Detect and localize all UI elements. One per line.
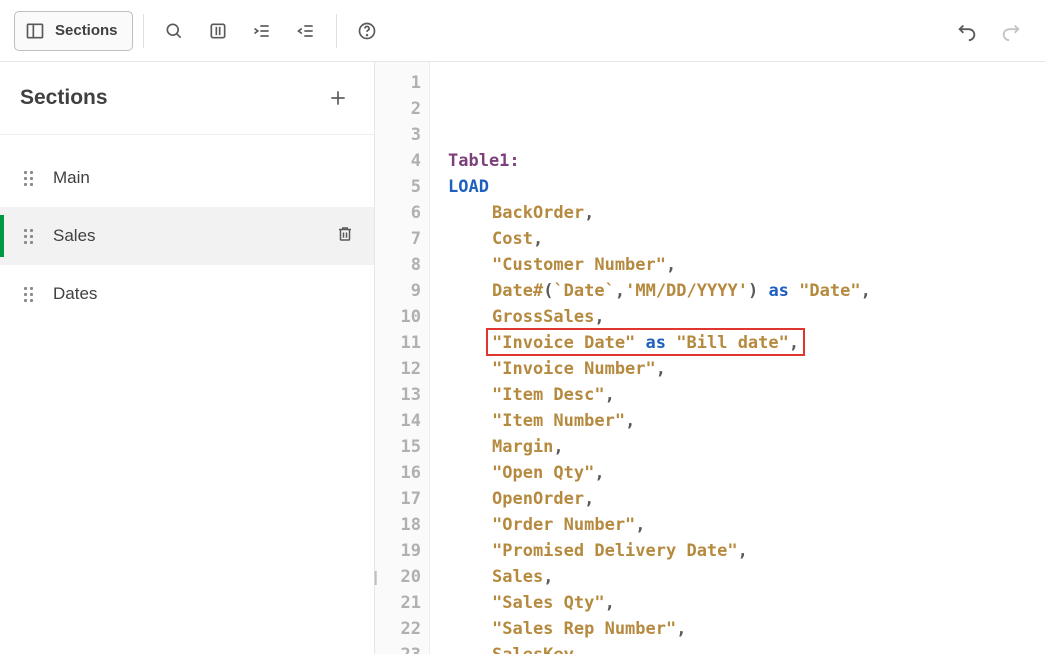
sidebar-item-sales[interactable]: Sales [0,207,374,265]
sidebar-resize-handle[interactable]: || [373,569,375,586]
trash-icon [336,225,354,243]
code-line: BackOrder, [448,200,939,226]
code-line: "Promised Delivery Date", [448,538,939,564]
code-line: "Item Number", [448,408,939,434]
line-number: 17 [375,486,421,512]
code-line: "Invoice Number", [448,356,939,382]
comment-icon [208,21,228,41]
code-line: "Sales Qty", [448,590,939,616]
outdent-button[interactable] [286,11,326,51]
code-line: "Invoice Date" as "Bill date", [448,330,939,356]
sections-toggle-label: Sections [55,22,118,39]
line-number: 16 [375,460,421,486]
plus-icon [328,88,348,108]
line-number: 22 [375,616,421,642]
code-line: Date#(`Date`,'MM/DD/YYYY') as "Date", [448,278,939,304]
code-line: Margin, [448,434,939,460]
drag-handle-icon[interactable] [24,287,33,302]
line-gutter: 1234567891011121314151617181920212223 [375,62,430,654]
section-label: Dates [53,284,354,304]
undo-icon [956,20,978,42]
line-number: 15 [375,434,421,460]
delete-section-button[interactable] [336,225,354,248]
line-number: 10 [375,304,421,330]
code-line: Sales, [448,564,939,590]
redo-button[interactable] [991,11,1031,51]
panel-icon [25,21,45,41]
indent-button[interactable] [242,11,282,51]
code-line: "Order Number", [448,512,939,538]
section-label: Sales [53,226,316,246]
drag-handle-icon[interactable] [24,171,33,186]
sidebar-item-main[interactable]: Main [0,149,374,207]
sections-toggle-button[interactable]: Sections [14,11,133,51]
help-button[interactable] [347,11,387,51]
indent-icon [252,21,272,41]
line-number: 9 [375,278,421,304]
redo-icon [1000,20,1022,42]
main-body: Sections MainSalesDates || 1234567891011… [0,62,1045,654]
sidebar-header: Sections [0,62,374,135]
sidebar: Sections Main Sales Dates || [0,62,375,654]
line-number: 3 [375,122,421,148]
line-number: 19 [375,538,421,564]
code-line: GrossSales, [448,304,939,330]
sidebar-title: Sections [20,86,108,110]
line-number: 21 [375,590,421,616]
code-line: LOAD [448,174,939,200]
code-line: Table1: [448,148,939,174]
code-line: SalesKey [448,642,939,654]
line-number: 4 [375,148,421,174]
code-line: "Sales Rep Number", [448,616,939,642]
outdent-icon [296,21,316,41]
line-number: 6 [375,200,421,226]
add-section-button[interactable] [322,82,354,114]
line-number: 11 [375,330,421,356]
search-icon [164,21,184,41]
line-number: 2 [375,96,421,122]
code-line: OpenOrder, [448,486,939,512]
comment-toggle-button[interactable] [198,11,238,51]
toolbar-separator [143,14,144,48]
search-button[interactable] [154,11,194,51]
drag-handle-icon[interactable] [24,229,33,244]
code-line: Cost, [448,226,939,252]
line-number: 14 [375,408,421,434]
code-area[interactable]: Table1:LOADBackOrder,Cost,"Customer Numb… [430,62,939,654]
line-number: 8 [375,252,421,278]
sidebar-item-dates[interactable]: Dates [0,265,374,323]
line-number: 23 [375,642,421,654]
undo-button[interactable] [947,11,987,51]
code-line: "Customer Number", [448,252,939,278]
line-number: 12 [375,356,421,382]
line-number: 18 [375,512,421,538]
toolbar: Sections [0,0,1045,62]
line-number: 7 [375,226,421,252]
toolbar-separator [336,14,337,48]
help-icon [357,21,377,41]
section-list: Main Sales Dates [0,135,374,323]
code-line: "Item Desc", [448,382,939,408]
line-number: 13 [375,382,421,408]
line-number: 5 [375,174,421,200]
code-editor[interactable]: 1234567891011121314151617181920212223 Ta… [375,62,1045,654]
section-label: Main [53,168,354,188]
code-line: "Open Qty", [448,460,939,486]
line-number: 1 [375,70,421,96]
line-number: 20 [375,564,421,590]
